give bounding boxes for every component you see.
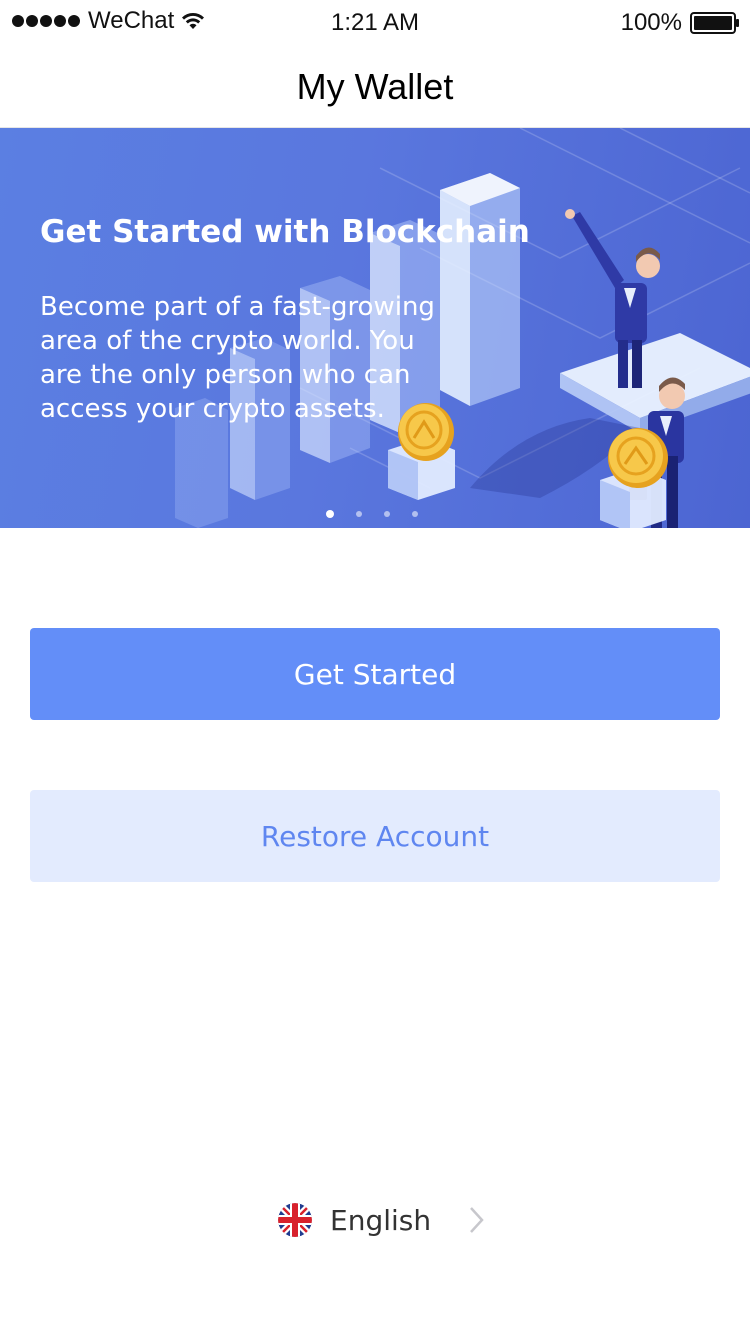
chevron-right-icon <box>470 1207 484 1233</box>
language-label: English <box>330 1203 432 1237</box>
uk-flag-icon <box>278 1203 312 1237</box>
battery-percentage: 100% <box>620 9 682 36</box>
get-started-button[interactable]: Get Started <box>30 628 720 720</box>
restore-account-button[interactable]: Restore Account <box>30 790 720 882</box>
wallet-welcome-screen: WeChat 1:21 AM 100% My Wallet Get Starte… <box>0 0 750 1334</box>
navigation-bar: My Wallet <box>0 44 750 128</box>
banner-title: Get Started with Blockchain <box>40 214 530 250</box>
banner-description: Become part of a fast-growing area of th… <box>40 292 435 424</box>
carousel-pager[interactable] <box>326 510 440 518</box>
pager-dot-3[interactable] <box>384 511 390 517</box>
pager-dot-4[interactable] <box>412 511 418 517</box>
banner-carousel[interactable]: Get Started with Blockchain Become part … <box>0 128 750 528</box>
page-title: My Wallet <box>296 66 454 107</box>
status-right: 100% <box>621 9 740 37</box>
pager-dot-1[interactable] <box>326 510 334 518</box>
status-bar: WeChat 1:21 AM 100% <box>0 0 750 44</box>
battery-icon <box>690 12 739 34</box>
language-selector[interactable]: English <box>278 1200 485 1240</box>
pager-dot-2[interactable] <box>356 511 362 517</box>
